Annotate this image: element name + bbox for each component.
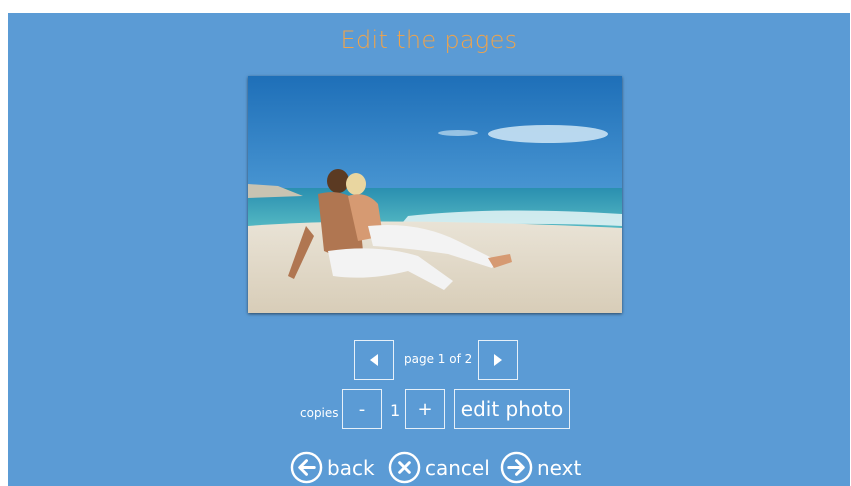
photo-preview [248,76,622,313]
next-label: next [537,455,582,480]
page-indicator: page 1 of 2 [404,352,473,366]
copies-value: 1 [390,401,401,420]
cancel-button[interactable]: cancel [388,451,490,484]
cancel-label: cancel [425,455,490,480]
next-page-button[interactable] [478,340,518,380]
next-button[interactable]: next [500,451,581,484]
close-circle-icon [388,451,421,484]
page-title: Edit the pages [340,26,518,54]
decrease-copies-button[interactable]: - [342,389,382,429]
copies-label: copies [300,406,339,420]
previous-page-button[interactable] [354,340,394,380]
back-label: back [327,455,375,480]
triangle-right-icon [494,354,502,366]
arrow-left-circle-icon [290,451,323,484]
arrow-right-circle-icon [500,451,533,484]
edit-photo-button[interactable]: edit photo [454,389,570,429]
app-screen: Edit the pages page 1 of 2 copies - 1 + … [8,13,850,486]
triangle-left-icon [370,354,378,366]
increase-copies-button[interactable]: + [405,389,445,429]
back-button[interactable]: back [290,451,375,484]
